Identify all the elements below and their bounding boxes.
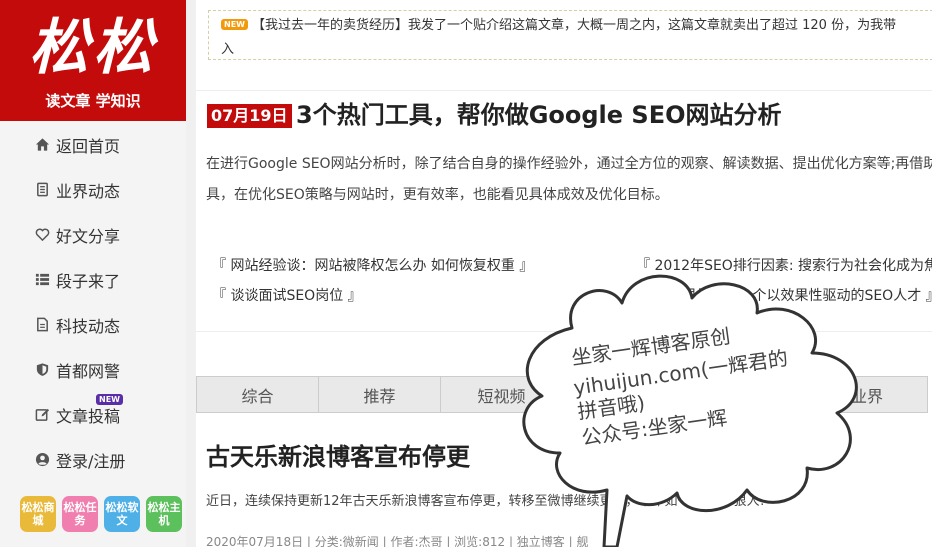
related-link[interactable]: 『 谈谈面试SEO岗位 』 (212, 281, 362, 311)
announcement-text-line2: 入 (221, 42, 235, 57)
sidebar: 松松 读文章 学知识 返回首页 业界动态 好文分享 段子来了 科技动态 首都网警… (0, 0, 186, 547)
announcement-new-badge: NEW (221, 19, 248, 30)
sidebar-item-tech[interactable]: 科技动态 (0, 302, 186, 347)
logo-text: 松松 (29, 13, 157, 83)
app-mall[interactable]: 松松商城 (20, 496, 56, 532)
sidebar-item-share[interactable]: 好文分享 (0, 212, 186, 257)
article-excerpt-line2: 具，在优化SEO策略与网站时，更有效率，也能看见具体成效及优化目标。 (206, 187, 669, 203)
tab-recommended[interactable]: 推荐 (318, 376, 440, 413)
article-title[interactable]: 古天乐新浪博客宣布停更 (206, 440, 470, 474)
logo-slogan: 读文章 学知识 (45, 92, 141, 110)
cloud-shape (522, 274, 858, 547)
announcement-text[interactable]: 【我过去一年的卖货经历】我发了一个贴介绍这篇文章，大概一周之内，这篇文章就卖出了… (252, 18, 896, 33)
user-icon (34, 452, 50, 468)
article-excerpt: 在进行Google SEO网站分析时，除了结合自身的操作经验外，通过全方位的观察… (206, 149, 932, 211)
list-icon (34, 272, 50, 288)
heart-icon (34, 227, 50, 243)
new-badge: NEW (96, 394, 123, 405)
sidebar-item-label: 段子来了 (56, 271, 121, 291)
sidebar-item-industry[interactable]: 业界动态 (0, 167, 186, 212)
sidebar-item-label: 首都网警 (56, 361, 121, 381)
sidebar-item-login[interactable]: 登录/注册 (0, 437, 186, 482)
page: 松松 读文章 学知识 返回首页 业界动态 好文分享 段子来了 科技动态 首都网警… (0, 0, 932, 547)
sidebar-item-submit[interactable]: 文章投稿 NEW (0, 392, 186, 437)
document-icon (34, 182, 50, 198)
article-title[interactable]: 3个热门工具，帮你做Google SEO网站分析 (296, 97, 782, 133)
sidebar-item-police[interactable]: 首都网警 (0, 347, 186, 392)
site-logo[interactable]: 松松 读文章 学知识 (0, 0, 186, 121)
article-excerpt-line1: 在进行Google SEO网站分析时，除了结合自身的操作经验外，通过全方位的观察… (206, 156, 932, 172)
shield-icon (34, 362, 50, 378)
watermark-cloud: 坐家一辉博客原创 yihuijun.com(一辉君的 拼音哦) 公众号:坐家一辉 (512, 268, 884, 547)
sidebar-item-label: 业界动态 (56, 181, 121, 201)
sidebar-item-label: 好文分享 (56, 226, 121, 246)
app-hosting[interactable]: 松松主机 (146, 496, 182, 532)
sidebar-item-home[interactable]: 返回首页 (0, 122, 186, 167)
sidebar-item-label: 返回首页 (56, 136, 121, 156)
date-badge: 07月19日 (207, 104, 292, 128)
sidebar-item-label: 文章投稿 (56, 406, 121, 426)
related-link[interactable]: 『 网站经验谈：网站被降权怎么办 如何恢复权重 』 (212, 251, 533, 281)
file-icon (34, 317, 50, 333)
app-shortcuts: 松松商城 松松任务 松松软文 松松主机 (20, 496, 182, 532)
edit-icon (34, 407, 50, 423)
app-tasks[interactable]: 松松任务 (62, 496, 98, 532)
sidebar-item-jokes[interactable]: 段子来了 (0, 257, 186, 302)
sidebar-item-label: 登录/注册 (56, 451, 126, 471)
tab-general[interactable]: 综合 (196, 376, 318, 413)
app-articles[interactable]: 松松软文 (104, 496, 140, 532)
sidebar-item-label: 科技动态 (56, 316, 121, 336)
sidebar-nav: 返回首页 业界动态 好文分享 段子来了 科技动态 首都网警 文章投稿 NEW 登… (0, 122, 186, 482)
home-icon (34, 137, 50, 153)
announcement-bar[interactable]: NEW 【我过去一年的卖货经历】我发了一个贴介绍这篇文章，大概一周之内，这篇文章就… (208, 10, 932, 60)
